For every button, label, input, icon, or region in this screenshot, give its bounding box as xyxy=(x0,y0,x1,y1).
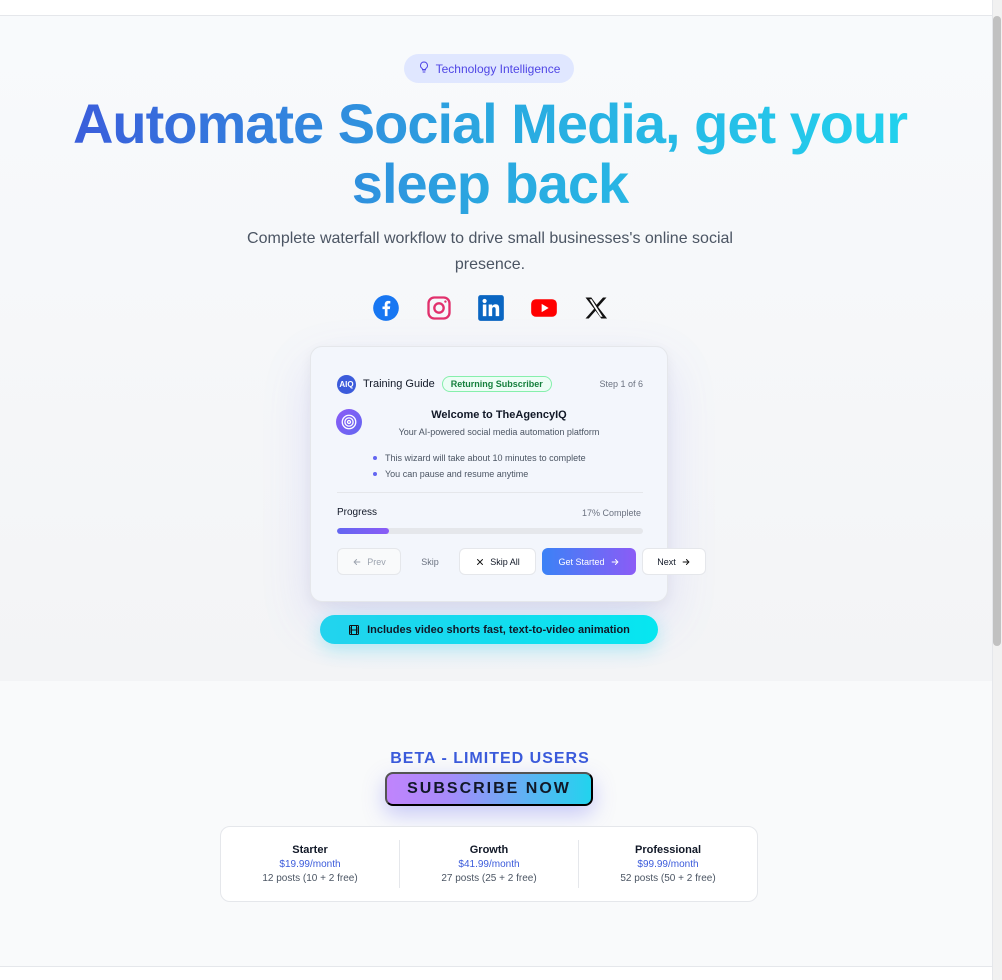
aiq-logo: AIQ xyxy=(337,374,356,394)
hero-subtitle: Complete waterfall workflow to drive sma… xyxy=(247,230,733,273)
plan-price: $99.99/month xyxy=(637,859,699,870)
arrow-right-icon xyxy=(682,558,690,565)
plan-growth[interactable]: Growth $41.99/month 27 posts (25 + 2 fre… xyxy=(400,840,579,888)
subscriber-badge: Returning Subscriber xyxy=(441,376,552,392)
progress-label: Progress xyxy=(337,507,378,518)
plan-name: Professional xyxy=(634,844,702,856)
plan-professional[interactable]: Professional $99.99/month 52 posts (50 +… xyxy=(579,840,757,888)
progress-fill xyxy=(337,528,390,534)
instagram-icon[interactable] xyxy=(424,293,454,323)
welcome-title: Welcome to TheAgencyIQ xyxy=(431,409,567,421)
get-started-label: Get Started xyxy=(558,556,605,567)
training-guide-card: AIQ Training Guide Returning Subscriber … xyxy=(310,346,706,602)
plan-name: Growth xyxy=(469,844,509,856)
close-icon xyxy=(477,558,484,565)
arrow-right-icon xyxy=(611,558,619,565)
next-button[interactable]: Next xyxy=(642,548,706,575)
guide-buttons: Prev Skip Skip All Get Started Next xyxy=(337,548,706,575)
plan-posts: 27 posts (25 + 2 free) xyxy=(441,873,537,884)
skip-button[interactable]: Skip xyxy=(407,548,453,575)
subscribe-button[interactable]: SUBSCRIBE NOW xyxy=(385,772,593,806)
skip-label: Skip xyxy=(421,556,439,567)
hero-headline: Automate Social Media, get your sleep ba… xyxy=(60,94,920,214)
facebook-icon[interactable] xyxy=(371,293,401,323)
plan-posts: 52 posts (50 + 2 free) xyxy=(620,873,716,884)
plan-price: $19.99/month xyxy=(279,859,341,870)
list-item: This wizard will take about 10 minutes t… xyxy=(373,450,633,466)
progress-percent: 17% Complete xyxy=(581,508,641,518)
top-bar xyxy=(0,0,992,16)
guide-bullets: This wizard will take about 10 minutes t… xyxy=(373,450,633,482)
get-started-button[interactable]: Get Started xyxy=(542,548,636,575)
beta-label: BETA - LIMITED USERS xyxy=(390,750,590,767)
progress-bar xyxy=(337,528,643,534)
x-icon[interactable] xyxy=(581,293,611,323)
plan-price: $41.99/month xyxy=(458,859,520,870)
badge-label: Technology Intelligence xyxy=(435,61,561,76)
video-pill-label: Includes video shorts fast, text-to-vide… xyxy=(367,623,630,636)
step-indicator: Step 1 of 6 xyxy=(599,379,643,389)
next-label: Next xyxy=(657,556,676,567)
linkedin-icon[interactable] xyxy=(476,293,506,323)
skip-all-label: Skip All xyxy=(490,556,520,567)
video-feature-pill: Includes video shorts fast, text-to-vide… xyxy=(320,615,658,644)
technology-badge: Technology Intelligence xyxy=(404,54,574,83)
welcome-subtitle: Your AI-powered social media automation … xyxy=(398,427,600,437)
pricing-section xyxy=(0,681,992,966)
plan-posts: 12 posts (10 + 2 free) xyxy=(262,873,358,884)
prev-label: Prev xyxy=(367,556,386,567)
guide-header: AIQ Training Guide Returning Subscriber … xyxy=(337,374,643,394)
social-icons-row xyxy=(371,292,611,324)
scrollbar-thumb[interactable] xyxy=(993,16,1001,646)
target-icon xyxy=(336,409,362,435)
skip-all-button[interactable]: Skip All xyxy=(459,548,536,575)
arrow-left-icon xyxy=(353,558,361,565)
footer-strip xyxy=(0,966,992,980)
divider xyxy=(337,492,643,493)
plan-starter[interactable]: Starter $19.99/month 12 posts (10 + 2 fr… xyxy=(221,840,400,888)
plan-name: Starter xyxy=(292,844,328,856)
film-icon xyxy=(349,624,360,635)
pricing-plans: Starter $19.99/month 12 posts (10 + 2 fr… xyxy=(220,826,758,902)
guide-title: Training Guide xyxy=(363,378,435,390)
scrollbar[interactable] xyxy=(992,0,1002,980)
lightbulb-icon xyxy=(418,61,430,76)
youtube-icon[interactable] xyxy=(529,293,559,323)
list-item: You can pause and resume anytime xyxy=(373,466,633,482)
prev-button[interactable]: Prev xyxy=(337,548,401,575)
